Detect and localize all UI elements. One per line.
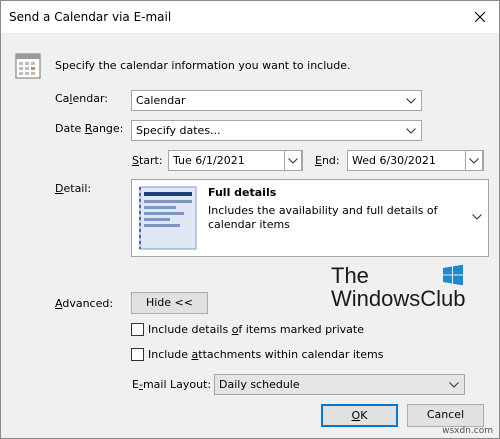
include-private-checkbox[interactable] <box>131 323 144 336</box>
include-attachments-checkbox[interactable] <box>131 348 144 361</box>
end-date-picker[interactable]: Wed 6/30/2021 <box>347 150 484 171</box>
calendar-select[interactable]: Calendar <box>131 90 422 111</box>
detail-select[interactable]: Full details Includes the availability a… <box>131 179 489 257</box>
end-date-dropdown[interactable] <box>465 150 483 171</box>
calendar-label: Calendar: <box>55 92 108 105</box>
detail-label: Detail: <box>55 182 92 195</box>
date-range-label: Date Range: <box>55 122 124 135</box>
chevron-down-icon <box>406 128 416 134</box>
calendar-select-value: Calendar <box>136 94 186 107</box>
title-bar: Send a Calendar via E-mail <box>1 1 499 33</box>
window-title: Send a Calendar via E-mail <box>9 10 172 24</box>
chevron-down-icon <box>472 214 482 220</box>
chevron-down-icon <box>469 158 479 164</box>
start-date-dropdown[interactable] <box>284 150 302 171</box>
windows-flag-icon <box>443 264 463 286</box>
email-layout-value: Daily schedule <box>219 378 300 391</box>
close-button[interactable] <box>467 5 493 29</box>
email-layout-label: E-mail Layout: <box>132 378 212 391</box>
close-icon <box>475 12 485 22</box>
start-label: Start: <box>132 154 163 167</box>
email-layout-select[interactable]: Daily schedule <box>214 374 465 395</box>
intro-text: Specify the calendar information you wan… <box>55 59 351 72</box>
chevron-down-icon <box>288 158 298 164</box>
detail-title: Full details <box>208 186 277 199</box>
ok-button[interactable]: OK <box>321 404 398 427</box>
advanced-label: Advanced: <box>55 297 114 310</box>
start-date-value: Tue 6/1/2021 <box>173 154 245 167</box>
hide-advanced-button[interactable]: Hide << <box>131 292 208 314</box>
include-private-label: Include details of items marked private <box>148 323 364 336</box>
end-label: End: <box>315 154 340 167</box>
start-date-picker[interactable]: Tue 6/1/2021 <box>168 150 303 171</box>
date-range-select-value: Specify dates... <box>136 124 221 137</box>
cancel-button[interactable]: Cancel <box>407 404 484 427</box>
document-preview-icon <box>139 186 197 250</box>
include-attachments-label: Include attachments within calendar item… <box>148 348 384 361</box>
chevron-down-icon <box>406 98 416 104</box>
calendar-icon <box>15 53 41 79</box>
send-calendar-dialog: Send a Calendar via E-mail Specify the c… <box>0 0 500 439</box>
end-date-value: Wed 6/30/2021 <box>352 154 436 167</box>
chevron-down-icon <box>449 382 459 388</box>
logo-line2: WindowsClub <box>331 286 466 311</box>
detail-description: Includes the availability and full detai… <box>208 204 438 231</box>
date-range-select[interactable]: Specify dates... <box>131 120 422 141</box>
watermark: wsxdn.com <box>442 426 493 436</box>
